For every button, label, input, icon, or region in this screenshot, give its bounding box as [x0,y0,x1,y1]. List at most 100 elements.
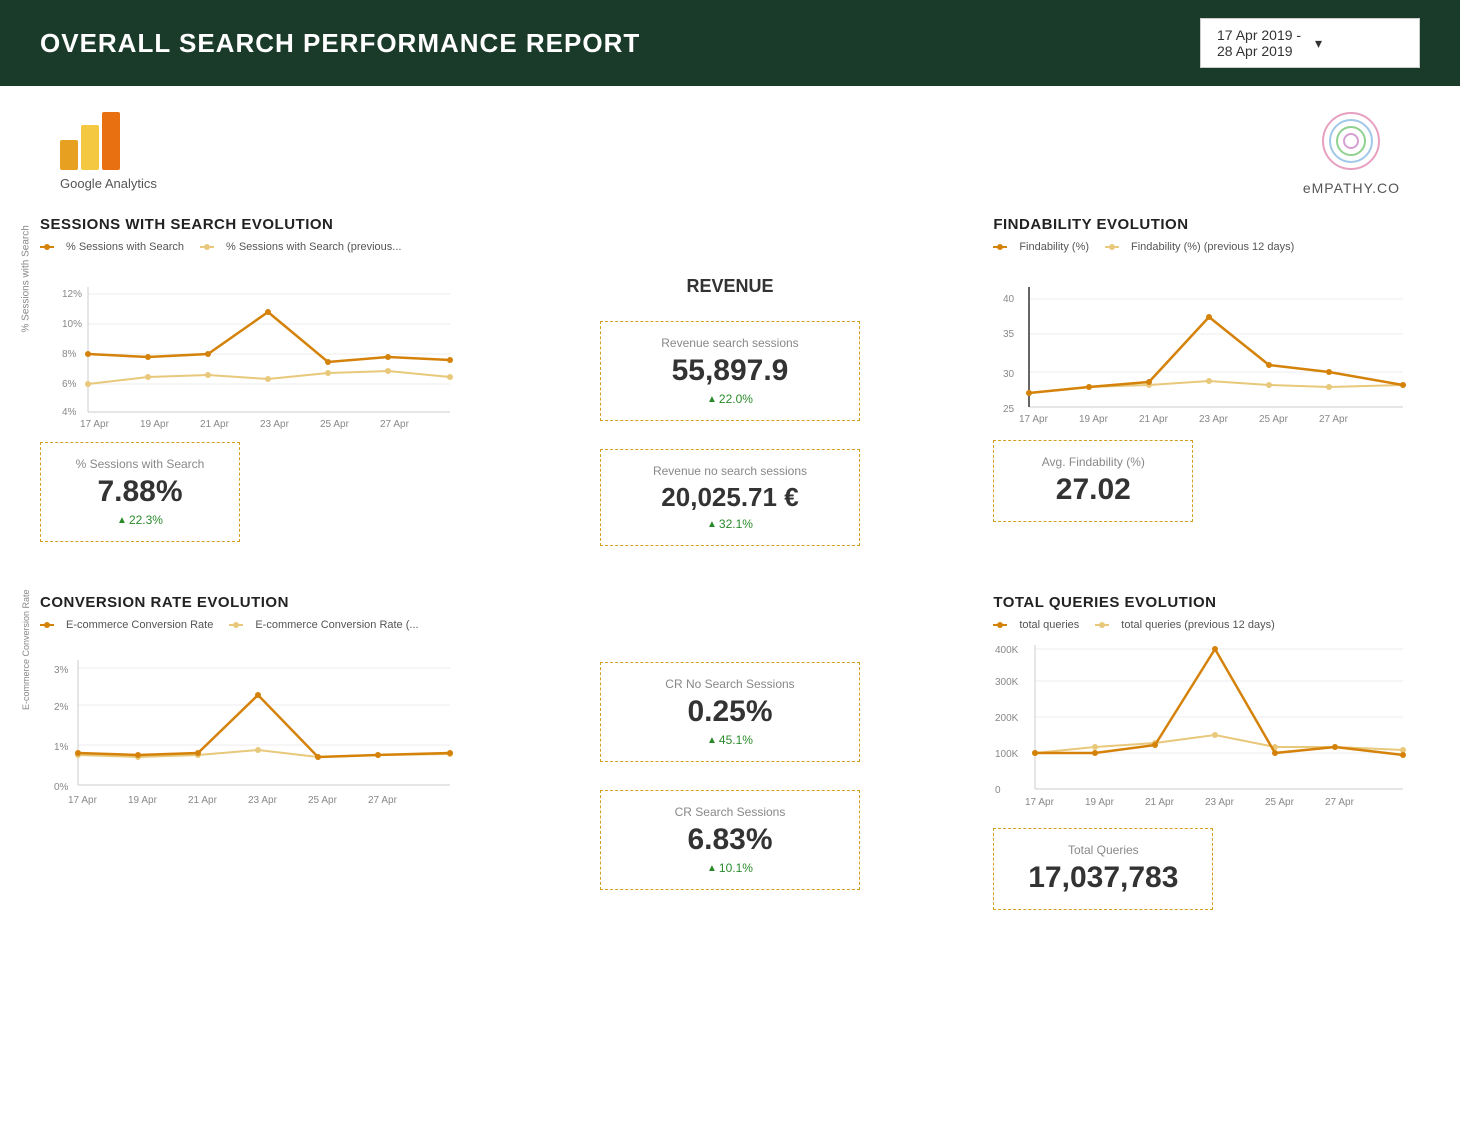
conversion-chart: 0% 1% 2% 3% [40,635,460,805]
sessions-section: SESSIONS WITH SEARCH EVOLUTION % Session… [0,206,487,564]
legend-sessions-prev: % Sessions with Search (previous... [200,241,401,253]
total-queries-stat-box: Total Queries 17,037,783 [993,828,1213,910]
sessions-stat-box: % Sessions with Search 7.88% ▲ 22.3% [40,442,240,542]
svg-text:30: 30 [1003,369,1015,380]
empathy-circle-icon [1316,106,1386,176]
total-queries-section: TOTAL QUERIES EVOLUTION total queries to… [973,584,1460,928]
svg-text:21 Apr: 21 Apr [200,419,230,430]
date-range-label: 17 Apr 2019 - 28 Apr 2019 [1217,27,1305,59]
legend-queries-prev: total queries (previous 12 days) [1095,619,1274,631]
svg-text:17 Apr: 17 Apr [1019,414,1049,425]
empathy-label: eMPATHY.CO [1303,180,1400,196]
svg-text:35: 35 [1003,329,1015,340]
legend-line-prev-icon [200,242,222,252]
ga-bar3 [102,112,120,170]
svg-text:19 Apr: 19 Apr [140,419,170,430]
conversion-title: CONVERSION RATE EVOLUTION [40,594,467,611]
cr-nosearch-change-value: 45.1% [719,733,753,747]
date-range-picker[interactable]: 17 Apr 2019 - 28 Apr 2019 ▾ [1200,18,1420,68]
findability-stat-box: Avg. Findability (%) 27.02 [993,440,1193,522]
sessions-y-label: % Sessions with Search [21,225,32,332]
svg-text:300K: 300K [995,677,1019,688]
ga-bar1 [60,140,78,170]
legend-findability-prev: Findability (%) (previous 12 days) [1105,241,1294,253]
legend-findability-current: Findability (%) [993,241,1089,253]
cr-search-value: 6.83% [619,823,841,857]
revenue-search-change-value: 22.0% [719,392,753,406]
svg-text:0%: 0% [54,782,69,793]
cr-nosearch-arrow-icon: ▲ [707,735,717,746]
findability-title: FINDABILITY EVOLUTION [993,216,1420,233]
cr-nosearch-change: ▲ 45.1% [619,733,841,747]
google-analytics-logo: Google Analytics [60,112,157,191]
svg-text:100K: 100K [995,749,1019,760]
sessions-title: SESSIONS WITH SEARCH EVOLUTION [40,216,467,233]
sessions-arrow-icon: ▲ [117,515,127,526]
ga-bars-icon [60,112,120,170]
empathy-logo: eMPATHY.CO [1303,106,1400,196]
cr-search-change-value: 10.1% [719,861,753,875]
findability-section: FINDABILITY EVOLUTION Findability (%) Fi… [973,206,1460,564]
svg-text:25 Apr: 25 Apr [1259,414,1289,425]
conversion-y-label: E-commerce Conversion Rate [21,589,31,710]
conversion-chart-wrapper: E-commerce Conversion Rate 0% 1% 2% 3% [40,635,467,810]
total-queries-legend: total queries total queries (previous 12… [993,619,1420,631]
page-title: OVERALL SEARCH PERFORMANCE REPORT [40,28,640,59]
dropdown-arrow-icon: ▾ [1315,35,1403,52]
svg-text:17 Apr: 17 Apr [80,419,110,430]
svg-text:21 Apr: 21 Apr [1145,797,1175,808]
legend-queries-line-icon [993,620,1015,630]
legend-findability-line-icon [993,242,1015,252]
svg-text:19 Apr: 19 Apr [1079,414,1109,425]
ga-bar2 [81,125,99,170]
legend-queries-current: total queries [993,619,1079,631]
sessions-legend1: % Sessions with Search [66,241,184,253]
google-analytics-label: Google Analytics [60,176,157,191]
legend-conversion-line-icon [40,620,62,630]
revenue-title: REVENUE [686,276,773,297]
cr-stats-section: CR No Search Sessions 0.25% ▲ 45.1% CR S… [487,644,974,928]
sessions-chart-wrapper: % Sessions with Search 4% 6% 8% 10% 12% [40,257,467,432]
revenue-search-box: Revenue search sessions 55,897.9 ▲ 22.0% [600,321,860,421]
revenue-nosearch-label: Revenue no search sessions [619,464,841,478]
svg-text:19 Apr: 19 Apr [1085,797,1115,808]
findability-legend: Findability (%) Findability (%) (previou… [993,241,1420,253]
queries-legend2: total queries (previous 12 days) [1121,619,1274,631]
revenue-search-label: Revenue search sessions [619,336,841,350]
total-queries-title: TOTAL QUERIES EVOLUTION [993,594,1420,611]
svg-text:0: 0 [995,785,1001,796]
revenue-nosearch-box: Revenue no search sessions 20,025.71 € ▲… [600,449,860,546]
queries-legend1: total queries [1019,619,1079,631]
legend-conversion-current: E-commerce Conversion Rate [40,619,213,631]
sessions-stat-label: % Sessions with Search [59,457,221,471]
logos-row: Google Analytics eMPATHY.CO [0,86,1460,196]
total-queries-chart: 0 100K 200K 300K 400K [993,635,1413,815]
findability-stat-value: 27.02 [1012,473,1174,507]
svg-text:25 Apr: 25 Apr [308,795,338,806]
svg-text:27 Apr: 27 Apr [1319,414,1349,425]
conversion-legend2: E-commerce Conversion Rate (... [255,619,418,631]
sessions-stat-value: 7.88% [59,475,221,509]
svg-text:21 Apr: 21 Apr [188,795,218,806]
svg-text:27 Apr: 27 Apr [380,419,410,430]
cr-nosearch-label: CR No Search Sessions [619,677,841,691]
svg-text:6%: 6% [62,379,77,390]
revenue-search-change: ▲ 22.0% [619,392,841,406]
revenue-nosearch-change: ▲ 32.1% [619,517,841,531]
svg-text:21 Apr: 21 Apr [1139,414,1169,425]
svg-text:1%: 1% [54,742,69,753]
cr-search-arrow-icon: ▲ [707,863,717,874]
conversion-section: CONVERSION RATE EVOLUTION E-commerce Con… [0,584,487,928]
svg-text:10%: 10% [62,319,82,330]
svg-text:12%: 12% [62,289,82,300]
svg-text:8%: 8% [62,349,77,360]
svg-text:2%: 2% [54,702,69,713]
findability-stat-label: Avg. Findability (%) [1012,455,1174,469]
sessions-legend: % Sessions with Search % Sessions with S… [40,241,467,253]
sessions-chart: 4% 6% 8% 10% 12% [40,257,460,427]
svg-text:25: 25 [1003,404,1015,415]
revenue-nosearch-change-value: 32.1% [719,517,753,531]
revenue-nosearch-value: 20,025.71 € [619,482,841,513]
svg-text:23 Apr: 23 Apr [1199,414,1229,425]
total-queries-stat-value: 17,037,783 [1012,861,1194,895]
